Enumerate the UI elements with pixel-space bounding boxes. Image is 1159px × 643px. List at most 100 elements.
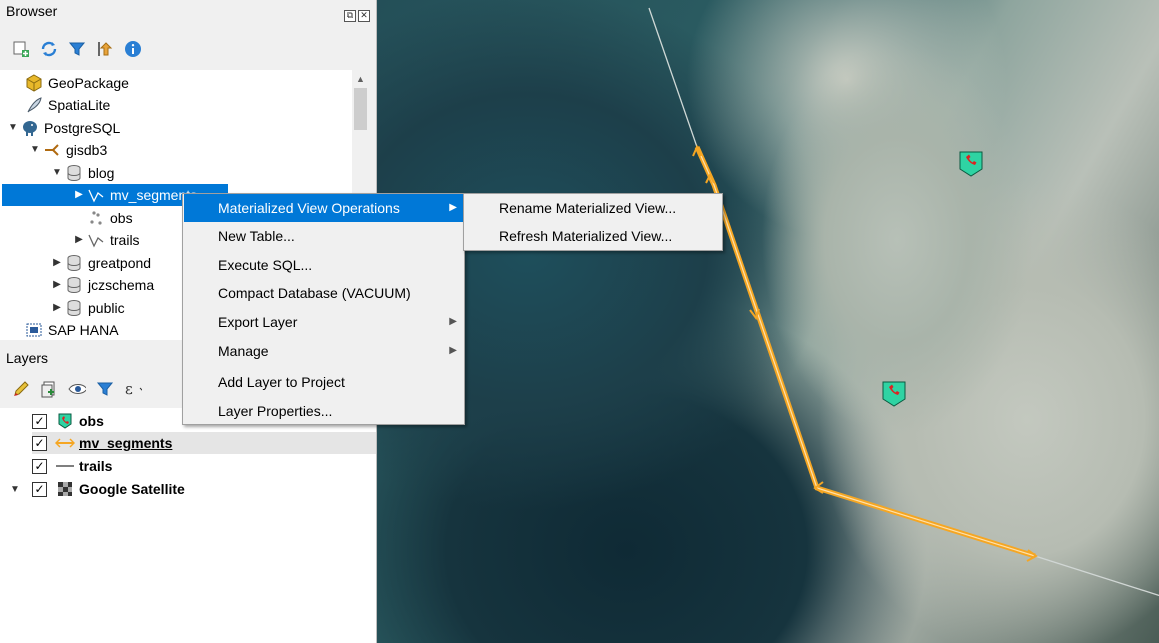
style-manager-icon[interactable] bbox=[12, 380, 30, 398]
submenu-arrow-icon: ▶ bbox=[449, 202, 457, 213]
geopackage-icon bbox=[24, 74, 44, 92]
schema-database-icon bbox=[64, 164, 84, 182]
tree-item-gisdb3[interactable]: ▼ gisdb3 bbox=[28, 139, 107, 161]
collapsed-arrow-icon[interactable]: ▶ bbox=[50, 297, 64, 319]
collapsed-arrow-icon[interactable]: ▶ bbox=[72, 229, 86, 251]
layer-visibility-checkbox[interactable]: ✓ bbox=[32, 435, 47, 451]
tree-item-label: GeoPackage bbox=[48, 75, 129, 91]
layers-tree[interactable]: ✓ obs ✓ mv_segments ✓ trails ▼ ✓ Google … bbox=[0, 408, 376, 643]
menu-item-label: Refresh Materialized View... bbox=[499, 228, 673, 244]
tree-item-blog[interactable]: ▼ blog bbox=[50, 162, 114, 184]
scroll-up-arrow-icon[interactable]: ▲ bbox=[356, 74, 365, 84]
expanded-arrow-icon[interactable]: ▼ bbox=[50, 162, 64, 184]
layer-row-google-satellite[interactable]: ▼ ✓ Google Satellite bbox=[8, 478, 185, 500]
phone-marker-icon[interactable] bbox=[882, 381, 906, 407]
scrollbar-thumb[interactable] bbox=[354, 88, 367, 130]
tree-item-postgresql[interactable]: ▼ PostgreSQL bbox=[6, 117, 120, 139]
layer-label: trails bbox=[79, 458, 113, 474]
menu-item-add-layer-to-project[interactable]: Add Layer to Project bbox=[184, 368, 463, 396]
layer-visibility-checkbox[interactable]: ✓ bbox=[32, 481, 47, 497]
expression-filter-icon[interactable]: ε bbox=[124, 380, 142, 398]
sap-hana-icon bbox=[24, 321, 44, 339]
collapsed-arrow-icon[interactable]: ▶ bbox=[72, 184, 86, 206]
layer-label: Google Satellite bbox=[79, 481, 185, 497]
submenu-arrow-icon: ▶ bbox=[449, 316, 457, 327]
trail-line bbox=[648, 7, 698, 148]
tree-item-label: trails bbox=[110, 232, 140, 248]
expanded-arrow-icon[interactable]: ▼ bbox=[8, 484, 22, 495]
tree-item-geopackage[interactable]: GeoPackage bbox=[24, 72, 129, 94]
map-canvas[interactable] bbox=[377, 0, 1159, 643]
close-panel-icon[interactable]: ✕ bbox=[358, 10, 370, 22]
expanded-arrow-icon[interactable]: ▼ bbox=[6, 117, 20, 139]
svg-text:ε: ε bbox=[125, 380, 133, 398]
line-layer-icon bbox=[86, 186, 106, 204]
mv-segment-highlight bbox=[696, 146, 1036, 557]
raster-layer-icon bbox=[55, 480, 75, 498]
mv-segment-line[interactable] bbox=[694, 145, 1036, 559]
menu-item-label: Materialized View Operations bbox=[218, 200, 400, 216]
tree-item-label: jczschema bbox=[88, 277, 155, 293]
add-group-icon[interactable] bbox=[40, 380, 58, 398]
menu-item-label: Rename Materialized View... bbox=[499, 200, 677, 216]
layers-toolbar: ε bbox=[0, 375, 154, 403]
tree-item-label: SpatiaLite bbox=[48, 97, 111, 113]
menu-item-export-layer[interactable]: Export Layer ▶ bbox=[184, 308, 463, 336]
arrow-line-symbol-icon bbox=[55, 434, 75, 452]
visibility-eye-icon[interactable] bbox=[68, 380, 86, 398]
trail-line bbox=[1034, 555, 1159, 597]
menu-item-rename-materialized-view[interactable]: Rename Materialized View... bbox=[465, 194, 721, 222]
menu-item-label: Manage bbox=[218, 343, 269, 359]
menu-item-materialized-view-operations[interactable]: Materialized View Operations ▶ bbox=[184, 194, 463, 222]
tree-item-label: blog bbox=[88, 165, 115, 181]
menu-item-layer-properties[interactable]: Layer Properties... bbox=[184, 397, 463, 425]
menu-item-refresh-materialized-view[interactable]: Refresh Materialized View... bbox=[465, 222, 721, 250]
info-icon[interactable] bbox=[124, 40, 142, 58]
materialized-view-submenu: Rename Materialized View... Refresh Mate… bbox=[463, 193, 723, 251]
tree-item-obs[interactable]: obs bbox=[72, 207, 133, 229]
layer-visibility-checkbox[interactable]: ✓ bbox=[32, 413, 47, 429]
collapsed-arrow-icon[interactable]: ▶ bbox=[50, 252, 64, 274]
menu-item-label: Export Layer bbox=[218, 314, 298, 330]
tree-item-jczschema[interactable]: ▶ jczschema bbox=[50, 274, 154, 296]
browser-toolbar bbox=[0, 34, 154, 64]
tree-item-public[interactable]: ▶ public bbox=[50, 297, 125, 319]
point-layer-icon bbox=[86, 209, 106, 227]
tree-item-greatpond[interactable]: ▶ greatpond bbox=[50, 252, 151, 274]
menu-item-label: Layer Properties... bbox=[218, 403, 333, 419]
layer-row-mv-segments[interactable]: ✓ mv_segments bbox=[32, 432, 376, 454]
connection-icon bbox=[42, 141, 62, 159]
tree-item-spatialite[interactable]: SpatiaLite bbox=[24, 94, 110, 116]
collapse-all-icon[interactable] bbox=[96, 40, 114, 58]
menu-item-manage[interactable]: Manage ▶ bbox=[184, 337, 463, 365]
context-menu: Materialized View Operations ▶ New Table… bbox=[182, 193, 465, 425]
float-panel-icon[interactable]: ⧉ bbox=[344, 10, 356, 22]
add-selected-layers-icon[interactable] bbox=[12, 40, 30, 58]
collapsed-arrow-icon[interactable]: ▶ bbox=[50, 274, 64, 296]
tree-item-label: greatpond bbox=[88, 255, 152, 271]
map-overlay bbox=[648, 7, 1159, 597]
filter-icon[interactable] bbox=[68, 40, 86, 58]
menu-item-new-table[interactable]: New Table... bbox=[184, 222, 463, 250]
schema-database-icon bbox=[64, 254, 84, 272]
menu-item-label: New Table... bbox=[218, 228, 295, 244]
tree-item-sap-hana[interactable]: SAP HANA bbox=[24, 319, 119, 340]
tree-item-trails[interactable]: ▶ trails bbox=[72, 229, 140, 251]
layer-visibility-checkbox[interactable]: ✓ bbox=[32, 458, 47, 474]
refresh-icon[interactable] bbox=[40, 40, 58, 58]
filter-legend-icon[interactable] bbox=[96, 380, 114, 398]
tree-item-label: PostgreSQL bbox=[44, 120, 121, 136]
browser-panel-title: Browser bbox=[6, 3, 58, 19]
menu-item-label: Add Layer to Project bbox=[218, 374, 345, 390]
browser-dock-buttons: ⧉ ✕ bbox=[344, 10, 370, 22]
schema-database-icon bbox=[64, 276, 84, 294]
phone-marker-icon[interactable] bbox=[959, 151, 983, 177]
layer-row-trails[interactable]: ✓ trails bbox=[32, 455, 112, 477]
expanded-arrow-icon[interactable]: ▼ bbox=[28, 139, 42, 161]
tree-item-label: gisdb3 bbox=[66, 142, 108, 158]
menu-item-execute-sql[interactable]: Execute SQL... bbox=[184, 251, 463, 279]
menu-item-compact-database[interactable]: Compact Database (VACUUM) bbox=[184, 279, 463, 307]
line-symbol-icon bbox=[55, 457, 75, 475]
menu-item-label: Compact Database (VACUUM) bbox=[218, 285, 411, 301]
layer-row-obs[interactable]: ✓ obs bbox=[32, 410, 104, 432]
